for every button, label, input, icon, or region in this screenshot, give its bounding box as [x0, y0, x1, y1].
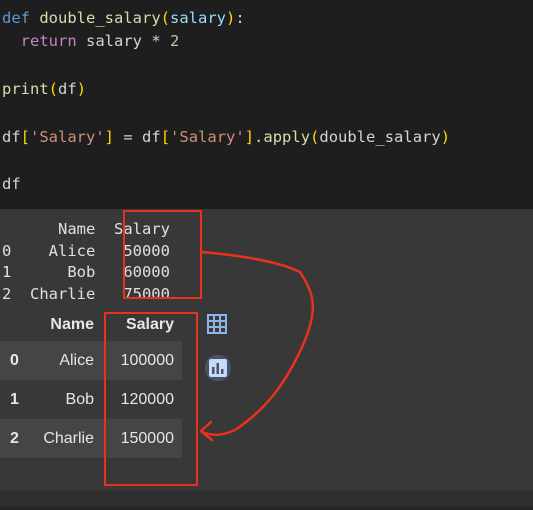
print-fn: print [2, 80, 49, 98]
cell-salary: 120000 [120, 390, 174, 408]
table-header-row: Name Salary [0, 309, 182, 341]
paren-open: ( [160, 9, 171, 27]
bar-chart-icon [209, 359, 227, 377]
print-arg: df [58, 80, 77, 98]
cell-name: Bob [65, 390, 94, 408]
code-line-print: print(df) [2, 79, 86, 99]
printed-df-header: Name Salary [2, 220, 170, 238]
printed-df-row: 2 Charlie 75000 [2, 284, 170, 303]
colon: : [235, 9, 245, 27]
string-literal: 'Salary' [30, 128, 105, 146]
table-row: 0 Alice 100000 [0, 341, 182, 380]
cell-name: Charlie [43, 429, 94, 447]
function-name: double_salary [39, 9, 161, 27]
number-literal: 2 [170, 32, 180, 50]
cell-salary: 100000 [120, 351, 174, 369]
cell-salary: 150000 [120, 429, 174, 447]
column-header-name: Name [50, 316, 94, 333]
string-literal: 'Salary' [170, 128, 245, 146]
paren-close: ) [76, 80, 87, 98]
row-index: 0 [10, 351, 19, 369]
code-line-apply: df['Salary'] = df['Salary'].apply(double… [2, 127, 450, 147]
printed-df-row: 1 Bob 60000 [2, 263, 170, 281]
code-line-def: def double_salary(salary): [2, 8, 245, 28]
code-cell[interactable]: def double_salary(salary): return salary… [0, 0, 533, 209]
df-ref: df [2, 128, 21, 146]
dataframe-table: Name Salary 0 Alice 100000 1 Bob 120000 … [0, 309, 182, 458]
bracket: ] [244, 128, 255, 146]
index-header [0, 309, 36, 341]
paren-open: ( [48, 80, 59, 98]
dot: . [254, 128, 264, 146]
suggest-chart-button[interactable] [205, 355, 231, 381]
param-name: salary [170, 9, 227, 27]
df-ref: df [142, 128, 161, 146]
paren-close: ) [226, 9, 236, 27]
bracket: [ [160, 128, 171, 146]
table-row: 2 Charlie 150000 [0, 419, 182, 458]
code-line-return: return salary * 2 [2, 31, 180, 51]
paren-close: ) [440, 128, 451, 146]
assign-op: = [114, 128, 143, 146]
row-index: 1 [10, 390, 19, 408]
bracket: ] [104, 128, 115, 146]
table-icon [207, 314, 227, 334]
bracket: [ [20, 128, 31, 146]
code-line-df: df [2, 175, 21, 193]
printed-df-row: 0 Alice 50000 [2, 241, 170, 260]
keyword-def: def [2, 9, 30, 27]
column-header-salary: Salary [125, 316, 174, 333]
keyword-return: return [20, 32, 77, 50]
apply-arg: double_salary [319, 128, 441, 146]
convert-to-table-button[interactable] [205, 312, 229, 336]
cell-name: Alice [59, 351, 94, 369]
paren-open: ( [310, 128, 320, 146]
apply-method: apply [263, 128, 311, 146]
row-index: 2 [10, 429, 19, 447]
return-expr: salary * [76, 32, 170, 50]
table-row: 1 Bob 120000 [0, 380, 182, 419]
